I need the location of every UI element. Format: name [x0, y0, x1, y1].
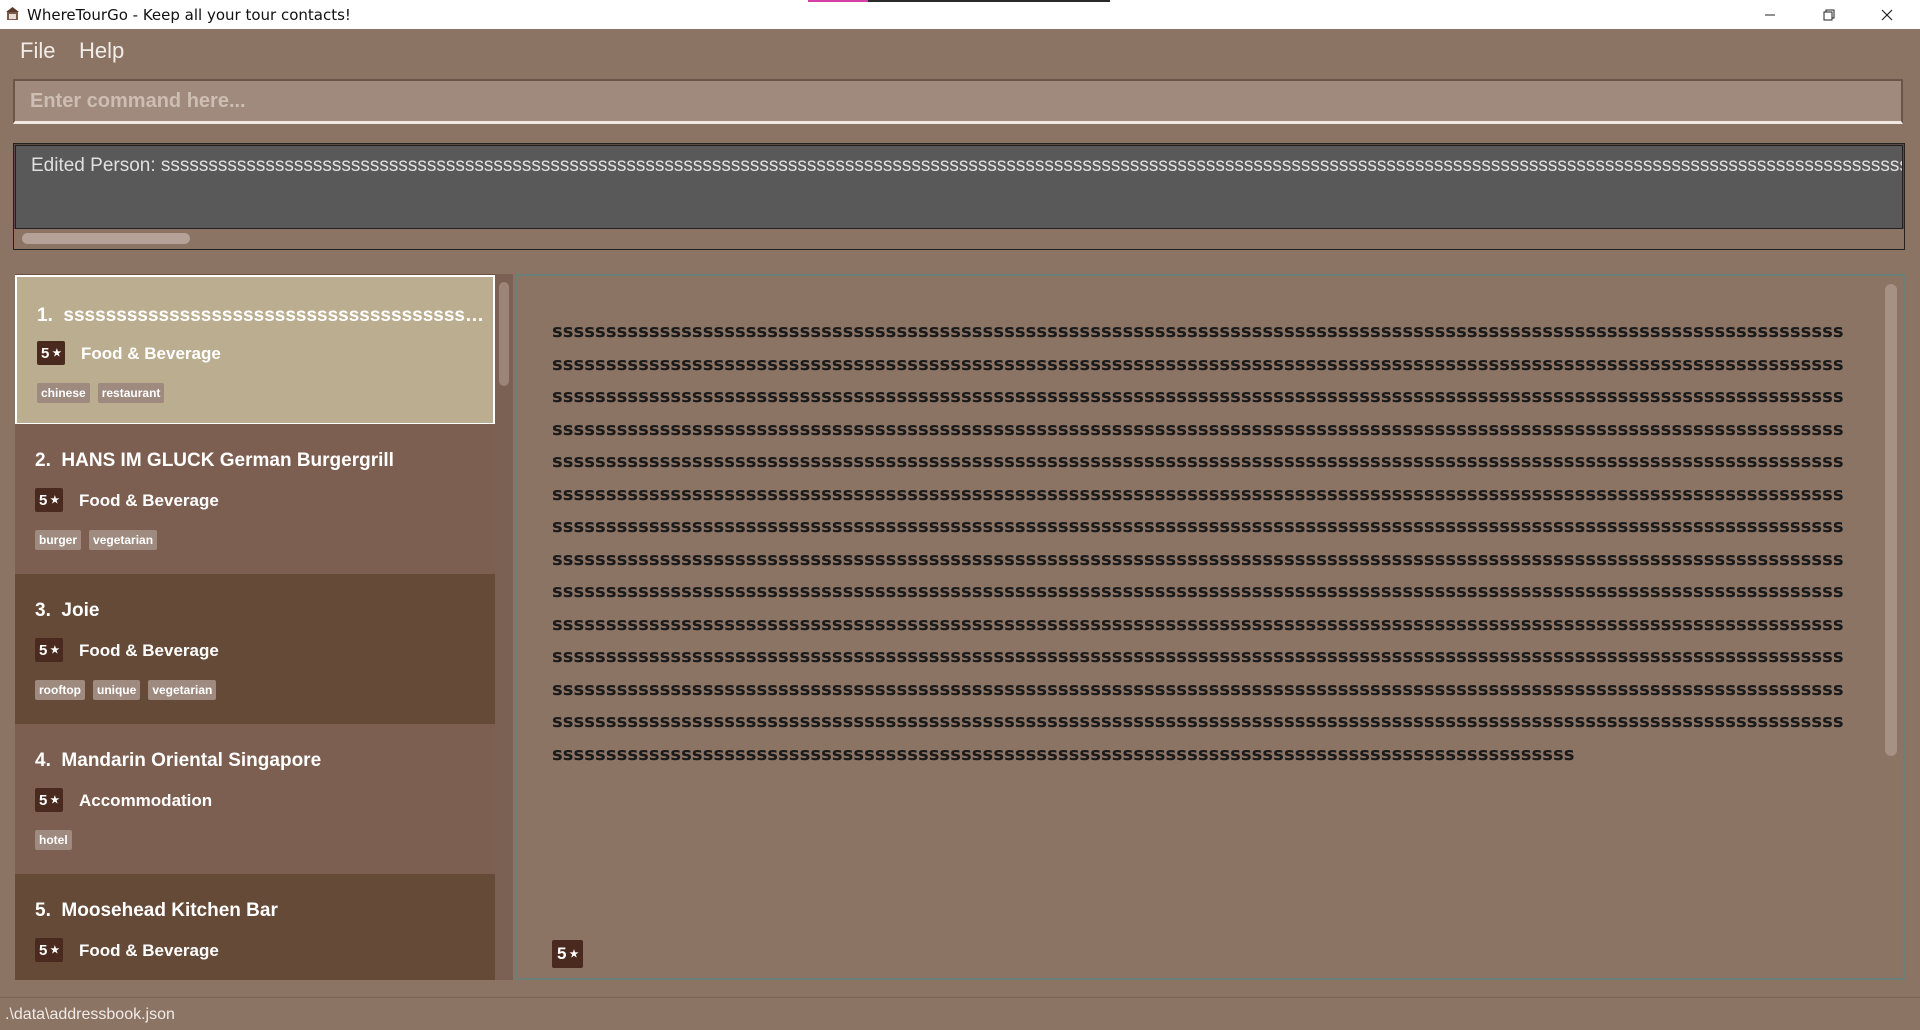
detail-name: ssssssssssssssssssssssssssssssssssssssss…	[552, 321, 1844, 765]
detail-panel: ssssssssssssssssssssssssssssssssssssssss…	[515, 274, 1905, 980]
list-scroll-thumb[interactable]	[499, 282, 509, 386]
result-display: Edited Person: sssssssssssssssssssssssss…	[13, 143, 1905, 250]
person-card-4[interactable]: 4. Mandarin Oriental Singapore 5 ★ Accomm…	[15, 724, 495, 874]
person-category: Food & Beverage	[79, 641, 219, 660]
person-card-3[interactable]: 3. Joie 5 ★ Food & Beverage rooftop uniqu…	[15, 574, 495, 724]
person-category: Food & Beverage	[79, 941, 219, 960]
window-title: WhereTourGo - Keep all your tour contact…	[27, 6, 351, 24]
tag: hotel	[35, 830, 72, 850]
result-message: Edited Person: sssssssssssssssssssssssss…	[31, 155, 1902, 176]
star-icon: ★	[50, 944, 60, 956]
tag: chinese	[37, 383, 90, 403]
tag: rooftop	[35, 680, 85, 700]
person-category: Accommodation	[79, 791, 213, 810]
star-icon: ★	[50, 494, 60, 506]
tag: vegetarian	[89, 530, 158, 550]
minimize-icon	[1765, 14, 1775, 15]
rating-badge: 5 ★	[35, 488, 64, 512]
tag-list: burger vegetarian	[35, 530, 158, 550]
person-name: 3. Joie	[35, 600, 100, 621]
person-name: 2. HANS IM GLUCK German Burgergrill	[35, 450, 394, 471]
result-scrollbar[interactable]	[14, 229, 1904, 249]
minimize-button[interactable]	[1741, 0, 1799, 29]
tag-list: rooftop unique vegetarian	[35, 680, 217, 700]
tag: restaurant	[97, 383, 165, 403]
close-button[interactable]	[1858, 0, 1916, 29]
person-card-5[interactable]: 5. Moosehead Kitchen Bar 5 ★ Food & Bever…	[15, 874, 495, 980]
close-icon	[1881, 9, 1893, 20]
restore-icon	[1823, 9, 1835, 20]
tag-list: chinese restaurant	[37, 383, 165, 403]
list-scrollbar[interactable]	[495, 274, 513, 980]
title-bar: WhereTourGo - Keep all your tour contact…	[0, 0, 1920, 29]
person-name: 1. sssssssssssssssssssssssssssssssssssss…	[37, 305, 487, 326]
data-file-path: .\data\addressbook.json	[5, 1006, 175, 1023]
title-accent	[808, 0, 1110, 2]
command-input[interactable]	[15, 81, 1901, 121]
tag: unique	[92, 680, 141, 700]
person-card-2[interactable]: 2. HANS IM GLUCK German Burgergrill 5 ★ F…	[15, 424, 495, 574]
rating-badge: 5 ★	[35, 638, 64, 662]
menu-file[interactable]: File	[20, 38, 55, 64]
app-icon	[6, 7, 19, 20]
result-area: Edited Person: sssssssssssssssssssssssss…	[15, 145, 1903, 229]
person-name: 4. Mandarin Oriental Singapore	[35, 750, 322, 771]
command-box	[13, 79, 1903, 124]
tag: vegetarian	[148, 680, 217, 700]
star-icon: ★	[569, 948, 579, 960]
star-icon: ★	[52, 347, 62, 359]
result-scroll-thumb[interactable]	[22, 233, 190, 244]
menu-help[interactable]: Help	[79, 38, 124, 64]
person-category: Food & Beverage	[81, 344, 221, 363]
person-card-1[interactable]: 1. sssssssssssssssssssssssssssssssssssss…	[15, 275, 495, 425]
menu-bar	[0, 29, 1920, 73]
person-category: Food & Beverage	[79, 491, 219, 510]
rating-badge: 5 ★	[37, 341, 66, 365]
detail-scrollbar[interactable]	[1885, 284, 1897, 756]
tag-list: hotel	[35, 830, 72, 850]
tag: burger	[35, 530, 82, 550]
person-list[interactable]: 1. sssssssssssssssssssssssssssssssssssss…	[15, 274, 495, 980]
person-name: 5. Moosehead Kitchen Bar	[35, 900, 278, 921]
detail-rating-badge: 5 ★	[552, 940, 584, 968]
status-bar: .\data\addressbook.json	[0, 997, 1920, 1030]
star-icon: ★	[50, 644, 60, 656]
restore-button[interactable]	[1800, 0, 1858, 29]
rating-badge: 5 ★	[35, 788, 64, 812]
star-icon: ★	[50, 794, 60, 806]
rating-badge: 5 ★	[35, 938, 64, 962]
